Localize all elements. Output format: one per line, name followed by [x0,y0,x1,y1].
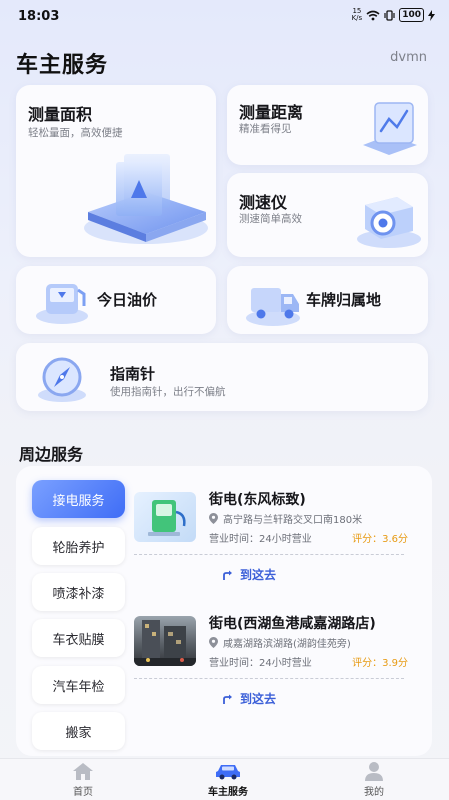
compass-title: 指南针 [110,365,156,383]
measure-area-subtitle: 轻松量面，高效便捷 [28,127,123,139]
distance-measure-icon [363,102,417,155]
navigate-icon [223,570,232,580]
vibrate-icon [384,9,395,21]
status-icons: 15 K/s 100 [352,8,435,22]
location-pin-icon [209,637,218,648]
charging-icon [428,9,435,21]
tab-mine[interactable]: 我的 [324,759,424,800]
plate-origin-title: 车牌归属地 [306,291,382,309]
station-address-row: 高宁路与兰轩路交叉口南180米 [209,511,362,526]
area-measure-icon [84,154,208,244]
home-icon [73,763,93,780]
network-speed: 15 K/s [352,8,363,22]
status-bar: 18:03 15 K/s 100 [0,0,449,32]
measure-area-card[interactable]: 测量面积 轻松量面，高效便捷 [16,85,216,257]
user-name[interactable]: dvmn [390,50,427,65]
plate-origin-card[interactable]: 车牌归属地 [227,266,428,334]
speedometer-icon [357,197,421,248]
nearby-section-title: 周边服务 [19,445,84,464]
tab-car-services-label: 车主服务 [208,787,248,798]
measure-distance-title: 测量距离 [239,103,304,122]
station-address: 咸嘉湖路滨湖路(湖韵佳苑旁) [223,639,351,650]
station-thumbnail [134,492,196,542]
speedometer-card[interactable]: 测速仪 测速简单高效 [227,173,428,257]
bottom-tab-bar: 首页 车主服务 我的 [0,758,449,800]
category-charging[interactable]: 接电服务 [32,480,125,518]
location-pin-icon [209,513,218,524]
speedometer-title: 测速仪 [239,193,288,212]
station-thumbnail [134,616,196,666]
charger-image [148,500,186,536]
category-tire-care[interactable]: 轮胎养护 [32,527,125,565]
nearby-panel: 接电服务 轮胎养护 喷漆补漆 车衣贴膜 汽车年检 搬家 街电(东风标致) 高宁路… [16,466,432,756]
truck-icon [246,288,300,326]
tab-home[interactable]: 首页 [33,759,133,800]
measure-area-title: 测量面积 [28,105,93,124]
oil-price-card[interactable]: 今日油价 [16,266,216,334]
station-rating-value: 3.6分 [382,534,408,545]
station-name: 街电(西湖鱼港咸嘉湖路店) [209,616,376,632]
category-paint-repair[interactable]: 喷漆补漆 [32,573,125,611]
go-here-label: 到这去 [240,692,277,706]
navigate-icon [223,694,232,704]
measure-distance-subtitle: 精准看得见 [239,123,292,135]
network-speed-unit: K/s [351,14,363,22]
compass-subtitle: 使用指南针，出行不偏航 [110,386,226,398]
station-rating: 评分：3.9分 [352,654,408,669]
compass-card[interactable]: 指南针 使用指南针，出行不偏航 [16,343,428,411]
fuel-icon [36,284,88,324]
station-divider [134,678,404,679]
station-divider [134,554,404,555]
battery-icon: 100 [399,8,424,22]
compass-icon [38,357,86,402]
measure-distance-card[interactable]: 测量距离 精准看得见 [227,85,428,165]
station-rating-label: 评分： [352,534,383,545]
go-here-label: 到这去 [240,568,277,582]
category-car-wrap[interactable]: 车衣贴膜 [32,619,125,657]
station-hours: 营业时间：24小时营业 [209,658,312,669]
station-address: 高宁路与兰轩路交叉口南180米 [223,515,363,526]
speedometer-subtitle: 测速简单高效 [239,213,302,225]
page-title: 车主服务 [16,53,109,78]
station-rating-label: 评分： [352,658,383,669]
station-rating: 评分：3.6分 [352,530,408,545]
category-moving[interactable]: 搬家 [32,712,125,750]
street-photo-image [134,620,196,666]
wifi-icon [366,10,380,20]
go-here-button[interactable]: 到这去 [222,566,276,583]
status-time: 18:03 [18,9,60,24]
station-name: 街电(东风标致) [209,492,306,508]
station-address-row: 咸嘉湖路滨湖路(湖韵佳苑旁) [209,635,351,650]
station-rating-value: 3.9分 [382,658,408,669]
category-annual-inspection[interactable]: 汽车年检 [32,666,125,704]
user-icon [365,762,383,781]
oil-price-title: 今日油价 [97,291,158,309]
station-hours: 营业时间：24小时营业 [209,534,312,545]
tab-mine-label: 我的 [364,787,384,798]
car-icon [216,765,240,780]
tab-car-services[interactable]: 车主服务 [178,759,278,800]
tab-home-label: 首页 [73,787,93,798]
go-here-button[interactable]: 到这去 [222,690,276,707]
